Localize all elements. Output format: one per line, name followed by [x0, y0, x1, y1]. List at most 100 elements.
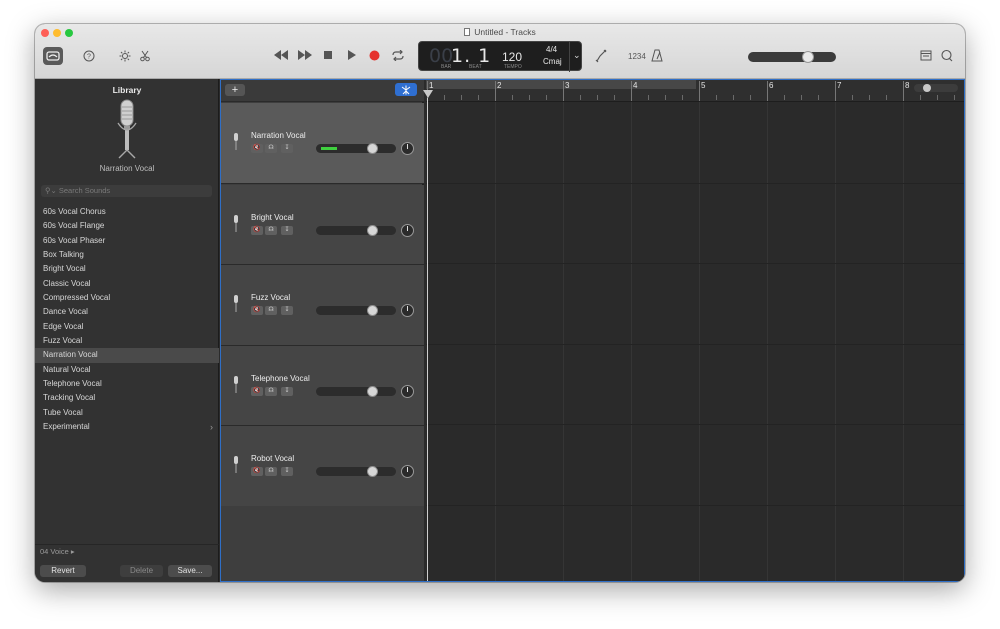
record-enable-button[interactable]: ↧ [281, 306, 293, 316]
stop-button[interactable] [323, 50, 333, 64]
ruler-beat-tick [597, 95, 598, 100]
track-lane[interactable] [426, 184, 964, 265]
track-name[interactable]: Robot Vocal [251, 454, 294, 463]
mute-button[interactable]: 🔇 [251, 467, 263, 477]
track-lane[interactable] [426, 425, 964, 506]
zoom-slider[interactable] [914, 84, 958, 92]
pan-knob[interactable] [401, 142, 414, 155]
add-track-button[interactable]: + [225, 84, 245, 96]
track-lane[interactable] [426, 345, 964, 426]
track-name[interactable]: Telephone Vocal [251, 374, 310, 383]
library-item[interactable]: Bright Vocal [35, 262, 219, 276]
library-item[interactable]: Telephone Vocal [35, 377, 219, 391]
mute-button[interactable]: 🔇 [251, 144, 263, 153]
help-button[interactable]: ? [83, 50, 95, 66]
volume-knob[interactable] [367, 466, 378, 478]
library-item[interactable]: Compressed Vocal [35, 291, 219, 305]
play-button[interactable] [347, 50, 357, 64]
library-item[interactable]: Dance Vocal [35, 305, 219, 319]
track-header-2[interactable]: Fuzz Vocal 🔇 ☊ ↧ [221, 265, 424, 346]
record-enable-button[interactable]: ↧ [281, 225, 293, 235]
volume-knob[interactable] [367, 143, 378, 154]
ruler[interactable]: 1 2 3 4 5 6 7 8 [426, 80, 964, 102]
delete-button[interactable]: Delete [120, 565, 163, 577]
track-volume-slider[interactable] [316, 466, 396, 478]
track-header-3[interactable]: Telephone Vocal 🔇 ☊ ↧ [221, 345, 424, 427]
track-volume-slider[interactable] [316, 385, 396, 397]
editors-button[interactable] [139, 50, 151, 66]
library-item[interactable]: 60s Vocal Flange [35, 219, 219, 233]
pan-knob[interactable] [401, 465, 414, 479]
mute-button[interactable]: 🔇 [251, 386, 263, 396]
cycle-region-area[interactable] [426, 80, 696, 89]
metronome-button[interactable] [651, 49, 663, 66]
mute-button[interactable]: 🔇 [251, 225, 263, 235]
track-header-0[interactable]: Narration Vocal 🔇 ☊ ↧ [221, 103, 424, 184]
playhead-handle[interactable] [423, 90, 433, 98]
library-search-field[interactable]: ⚲⌄ Search Sounds [41, 185, 212, 197]
timeline[interactable]: 1 2 3 4 5 6 7 8 [423, 80, 964, 581]
track-volume-slider[interactable] [316, 305, 396, 317]
track-name[interactable]: Bright Vocal [251, 213, 294, 222]
library-item[interactable]: Natural Vocal [35, 363, 219, 377]
pan-knob[interactable] [401, 384, 414, 398]
library-item[interactable]: Fuzz Vocal [35, 334, 219, 348]
track-headers-empty-area[interactable] [221, 506, 424, 581]
loop-browser-button[interactable] [940, 49, 953, 66]
master-volume-slider[interactable] [748, 51, 836, 63]
record-enable-button[interactable]: ↧ [281, 386, 293, 396]
volume-knob[interactable] [367, 305, 378, 317]
solo-button[interactable]: ☊ [265, 386, 277, 396]
rewind-button[interactable] [273, 50, 289, 64]
lcd-chevron-down-icon[interactable]: ⌄ [573, 50, 581, 61]
smart-controls-button[interactable] [119, 50, 131, 66]
lcd-time-signature[interactable]: 4/4 [546, 45, 557, 54]
catch-playhead-button[interactable] [395, 83, 417, 96]
track-header-4[interactable]: Robot Vocal 🔇 ☊ ↧ [221, 426, 424, 507]
library-item[interactable]: Edge Vocal [35, 320, 219, 334]
library-item[interactable]: Classic Vocal [35, 277, 219, 291]
revert-button[interactable]: Revert [40, 565, 86, 577]
library-toggle-button[interactable] [43, 47, 63, 65]
track-header-1[interactable]: Bright Vocal 🔇 ☊ ↧ [221, 184, 424, 266]
record-enable-button[interactable]: ↧ [281, 144, 293, 153]
playhead[interactable] [427, 98, 428, 581]
save-button[interactable]: Save... [168, 565, 212, 577]
volume-knob[interactable] [367, 385, 378, 397]
solo-button[interactable]: ☊ [265, 144, 277, 153]
library-item-selected[interactable]: Narration Vocal [35, 348, 219, 363]
solo-button[interactable]: ☊ [265, 306, 277, 316]
track-lane[interactable] [426, 264, 964, 345]
zoom-knob[interactable] [923, 84, 931, 92]
track-name[interactable]: Narration Vocal [251, 131, 306, 140]
solo-button[interactable]: ☊ [265, 467, 277, 477]
library-category[interactable]: 04 Voice ▸ [40, 547, 75, 556]
pan-knob[interactable] [401, 304, 414, 318]
volume-knob[interactable] [367, 224, 378, 236]
library-item[interactable]: Box Talking [35, 248, 219, 262]
ruler-bar-label: 4 [633, 81, 638, 90]
record-enable-button[interactable]: ↧ [281, 467, 293, 477]
mute-button[interactable]: 🔇 [251, 306, 263, 316]
track-lane[interactable] [426, 103, 964, 184]
lcd-key[interactable]: Cmaj [543, 57, 562, 66]
tuner-button[interactable] [594, 49, 608, 67]
library-item[interactable]: Tube Vocal [35, 406, 219, 420]
record-button[interactable] [369, 50, 380, 65]
library-item-folder[interactable]: Experimental › [35, 420, 219, 434]
count-in-button[interactable]: 1234 [628, 50, 646, 64]
solo-button[interactable]: ☊ [265, 225, 277, 235]
pan-knob[interactable] [401, 223, 414, 237]
lcd-display[interactable]: 00 1. 1 BAR BEAT 120 TEMPO 4/4 Cmaj ⌄ [418, 41, 582, 72]
master-volume-knob[interactable] [802, 51, 814, 63]
track-volume-slider[interactable] [316, 224, 396, 236]
cycle-button[interactable] [392, 49, 404, 65]
lcd-tempo[interactable]: 120 [502, 50, 522, 64]
library-item[interactable]: Tracking Vocal [35, 391, 219, 405]
track-volume-slider[interactable] [316, 143, 396, 154]
notepad-button[interactable] [920, 50, 932, 65]
library-item[interactable]: 60s Vocal Chorus [35, 205, 219, 219]
fast-forward-button[interactable] [297, 50, 313, 64]
library-item[interactable]: 60s Vocal Phaser [35, 234, 219, 248]
track-name[interactable]: Fuzz Vocal [251, 293, 290, 302]
